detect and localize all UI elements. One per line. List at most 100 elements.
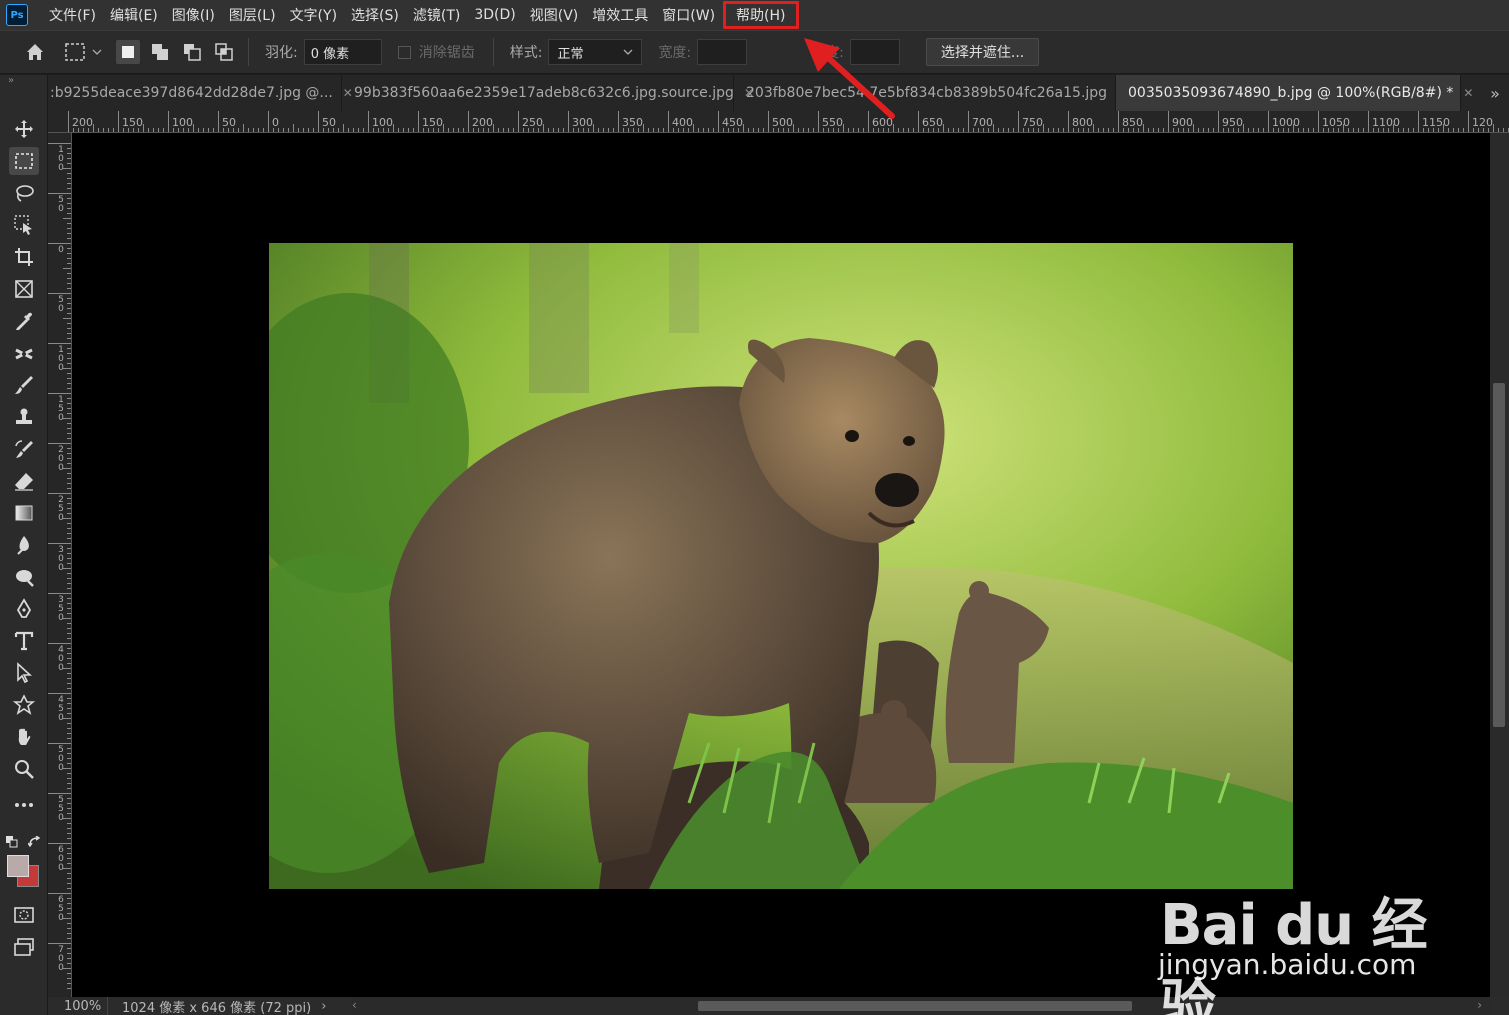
default-colors-icon[interactable]	[6, 833, 18, 848]
menu-plugins[interactable]: 增效工具	[585, 0, 655, 30]
ruler-minor-tick	[67, 573, 71, 574]
zoom-level[interactable]: 100%	[48, 997, 108, 1015]
menu-select[interactable]: 选择(S)	[344, 0, 406, 30]
ruler-minor-tick	[67, 428, 71, 429]
screen-mode-icon[interactable]	[9, 933, 39, 961]
style-select[interactable]: 正常	[548, 39, 643, 65]
hand-tool-icon[interactable]	[9, 723, 39, 751]
vertical-ruler[interactable]: 1005005010015020025030035040045050055060…	[48, 133, 72, 997]
move-tool-icon[interactable]	[9, 115, 39, 143]
ruler-minor-tick	[67, 613, 71, 614]
pen-tool-icon[interactable]	[9, 595, 39, 623]
horizontal-ruler[interactable]: 200 150 100 50 0 50 100 150 200 250 300 350 400 450 50…	[48, 111, 1509, 133]
add-selection-button[interactable]	[148, 40, 172, 64]
menu-3d[interactable]: 3D(D)	[467, 0, 522, 30]
ruler-minor-tick	[838, 128, 839, 132]
ruler-minor-tick	[67, 273, 71, 274]
eyedropper-tool-icon[interactable]	[9, 307, 39, 335]
ruler-minor-tick	[67, 773, 71, 774]
ruler-minor-tick	[67, 533, 71, 534]
history-brush-tool-icon[interactable]	[9, 435, 39, 463]
menu-window[interactable]: 窗口(W)	[655, 0, 722, 30]
horizontal-scrollbar-thumb[interactable]	[698, 1001, 1132, 1011]
select-and-mask-button[interactable]: 选择并遮住...	[925, 38, 1040, 66]
foreground-color-swatch[interactable]	[7, 855, 29, 877]
ruler-minor-tick	[67, 388, 71, 389]
menu-help[interactable]: 帮助(H)	[722, 0, 799, 30]
scroll-left-arrow-icon[interactable]: ‹	[352, 998, 357, 1012]
document-tab[interactable]: 99b383f560aa6e2359e17adeb8c632c6.jpg.sou…	[342, 75, 754, 111]
crop-tool-icon[interactable]	[9, 243, 39, 271]
intersect-selection-button[interactable]	[212, 40, 236, 64]
stamp-tool-icon[interactable]	[9, 403, 39, 431]
new-selection-button[interactable]	[116, 40, 140, 64]
ruler-minor-tick	[333, 128, 334, 132]
ruler-minor-tick	[328, 128, 329, 132]
shape-tool-icon[interactable]	[9, 691, 39, 719]
swap-colors-icon[interactable]	[27, 833, 42, 848]
ruler-minor-tick	[1433, 128, 1434, 132]
menu-image[interactable]: 图像(I)	[165, 0, 222, 30]
healing-tool-icon[interactable]	[9, 339, 39, 367]
brush-tool-icon[interactable]	[9, 371, 39, 399]
feather-input[interactable]: 0 像素	[303, 39, 382, 65]
horizontal-scrollbar[interactable]: ‹ ›	[352, 997, 1490, 1015]
toolbox-collapse-icon[interactable]: »	[0, 75, 47, 93]
type-tool-icon[interactable]	[9, 627, 39, 655]
zoom-tool-icon[interactable]	[9, 755, 39, 783]
ruler-tick	[218, 111, 219, 132]
lasso-tool-icon[interactable]	[9, 179, 39, 207]
vertical-scrollbar-thumb[interactable]	[1493, 383, 1505, 727]
ruler-minor-tick	[138, 128, 139, 132]
gradient-tool-icon[interactable]	[9, 499, 39, 527]
dodge-tool-icon[interactable]	[9, 563, 39, 591]
more-tools-icon[interactable]	[9, 791, 39, 819]
ruler-minor-tick	[978, 128, 979, 132]
ruler-minor-tick	[63, 968, 71, 969]
menu-type[interactable]: 文字(Y)	[283, 0, 344, 30]
status-menu-arrow[interactable]: ›	[321, 999, 326, 1014]
ruler-minor-tick	[67, 448, 71, 449]
subtract-selection-button[interactable]	[180, 40, 204, 64]
ruler-minor-tick	[63, 418, 71, 419]
document-tab[interactable]: :b9255deace397d8642dd28de7.jpg @... ✕	[48, 75, 353, 111]
document-tab[interactable]: 203fb80e7bec54 7e5bf834cb8389b504fc26a15…	[734, 75, 1127, 111]
ruler-minor-tick	[493, 124, 494, 132]
canvas-area[interactable]	[72, 133, 1490, 997]
frame-tool-icon[interactable]	[9, 275, 39, 303]
close-icon[interactable]: ✕	[1463, 86, 1473, 100]
antialias-checkbox[interactable]	[397, 45, 411, 59]
menu-view[interactable]: 视图(V)	[523, 0, 586, 30]
ruler-label: 50	[58, 195, 64, 214]
menu-edit[interactable]: 编辑(E)	[103, 0, 165, 30]
ruler-minor-tick	[258, 128, 259, 132]
tool-preset-picker[interactable]	[64, 42, 102, 62]
home-button[interactable]	[20, 37, 50, 67]
path-select-tool-icon[interactable]	[9, 659, 39, 687]
ruler-minor-tick	[198, 128, 199, 132]
ruler-minor-tick	[93, 124, 94, 132]
ruler-minor-tick	[1398, 128, 1399, 132]
object-select-tool-icon[interactable]	[9, 211, 39, 239]
width-input[interactable]	[697, 39, 748, 65]
menu-layer[interactable]: 图层(L)	[222, 0, 283, 30]
document-tab-active[interactable]: 0035035093674890_b.jpg @ 100%(RGB/8#) * …	[1116, 75, 1473, 111]
quick-mask-icon[interactable]	[9, 901, 39, 929]
tabs-overflow-icon[interactable]: »	[1481, 75, 1509, 111]
blur-tool-icon[interactable]	[9, 531, 39, 559]
eraser-tool-icon[interactable]	[9, 467, 39, 495]
marquee-tool-icon[interactable]	[9, 147, 39, 175]
scroll-right-arrow-icon[interactable]: ›	[1477, 998, 1482, 1012]
height-input[interactable]	[849, 39, 900, 65]
vertical-scrollbar[interactable]	[1490, 133, 1509, 997]
ruler-minor-tick	[63, 518, 71, 519]
ruler-minor-tick	[67, 798, 71, 799]
menu-filter[interactable]: 滤镜(T)	[406, 0, 467, 30]
menu-file[interactable]: 文件(F)	[42, 0, 103, 30]
ruler-minor-tick	[67, 583, 71, 584]
ruler-minor-tick	[67, 688, 71, 689]
bear-photo[interactable]	[269, 243, 1293, 889]
ruler-minor-tick	[67, 878, 71, 879]
ruler-minor-tick	[1173, 128, 1174, 132]
ruler-minor-tick	[388, 128, 389, 132]
